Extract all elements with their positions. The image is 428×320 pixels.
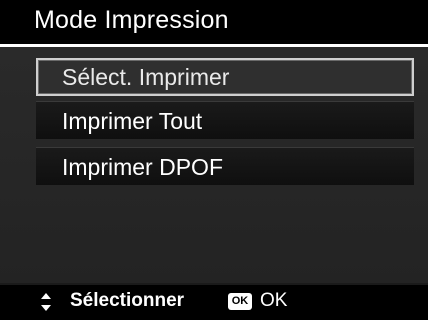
menu-item-print-dpof[interactable]: Imprimer DPOF	[36, 147, 414, 185]
menu-item-label: Imprimer Tout	[62, 108, 203, 134]
page-title: Mode Impression	[34, 6, 229, 34]
navigate-hint-label: Sélectionner	[70, 290, 185, 311]
print-mode-screen: Mode Impression Sélect. Imprimer Imprime…	[0, 0, 428, 320]
footer-hint-bar: Sélectionner OK OK	[0, 283, 428, 320]
menu-item-select-print[interactable]: Sélect. Imprimer	[36, 58, 414, 96]
ok-button-icon: OK	[228, 293, 252, 310]
footer-divider	[0, 283, 428, 285]
menu-item-label: Sélect. Imprimer	[62, 64, 230, 90]
menu-item-label: Imprimer DPOF	[62, 154, 223, 180]
menu-item-print-all[interactable]: Imprimer Tout	[36, 101, 414, 139]
menu-list: Sélect. Imprimer Imprimer Tout Imprimer …	[0, 47, 428, 283]
ok-hint-label: OK	[260, 290, 288, 311]
up-down-arrows-icon	[41, 293, 51, 311]
title-bar: Mode Impression	[0, 0, 428, 44]
